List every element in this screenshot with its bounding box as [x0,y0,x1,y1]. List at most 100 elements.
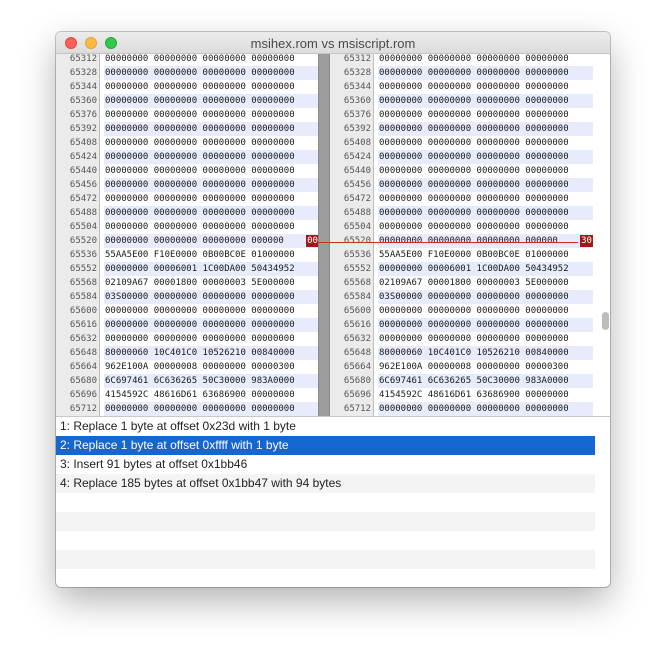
app-window: msihex.rom vs msiscript.rom 65312 0000000… [56,32,610,587]
hex-bytes[interactable]: 00000000 00000000 00000000 00000000 [378,150,593,164]
hex-bytes[interactable]: 00000000 00006001 1C00DA00 50434952 [104,262,318,276]
scrollbar-thumb[interactable] [602,312,609,330]
hex-bytes[interactable]: 00000000 00000000 00000000 00000000 [104,66,318,80]
hex-bytes[interactable]: 00000000 00000000 00000000 00000000 [378,220,593,234]
hex-bytes-text: 03S00000 00000000 00000000 00000000 [105,292,295,302]
hex-bytes[interactable]: 00000000 00000000 00000000 00000000 [104,122,318,136]
hex-bytes[interactable]: 55AA5E00 F10E0000 0B00BC0E 01000000 [378,248,593,262]
hex-bytes[interactable]: 4154592C 48616D61 63686900 00000000 [104,388,318,402]
offset-label: 65440 [343,166,371,176]
changed-byte-highlight[interactable]: 00 [306,235,318,247]
hex-bytes[interactable]: 00000000 00000000 00000000 00000000 [104,136,318,150]
hex-bytes-text: 00000000 00000000 00000000 00000000 [105,152,295,162]
hex-bytes[interactable]: 00000000 00000000 00000000 00000000 [104,150,318,164]
hex-bytes[interactable]: 00000000 00000000 00000000 00000000 [378,122,593,136]
hex-bytes-text: 00000000 00000000 00000000 00000000 [105,124,295,134]
offset-label: 65472 [69,194,97,204]
right-hex-pane[interactable]: 65312 00000000 00000000 00000000 00000000… [330,54,600,416]
hex-bytes-text: 00000000 00000000 00000000 00000000 [379,208,569,218]
hex-bytes[interactable]: 00000000 00000000 00000000 00000000 [378,80,593,94]
offset-label: 65552 [69,264,97,274]
hex-bytes[interactable]: 00000000 00000000 00000000 00000000 [104,94,318,108]
hex-bytes[interactable]: 00000000 00000000 00000000 00000000 [104,178,318,192]
offset-label: 65536 [69,250,97,260]
hex-bytes[interactable]: 00000000 00000000 00000000 00000000 [104,108,318,122]
hex-bytes[interactable]: 80000060 10C401C0 10526210 00840000 [378,346,593,360]
hex-bytes[interactable]: 00000000 00000000 00000000 00000000 [104,220,318,234]
offset-label: 65376 [343,110,371,120]
hex-bytes[interactable]: 03S00000 00000000 00000000 00000000 [104,290,318,304]
hex-bytes[interactable]: 02109A67 00001800 00000003 5E000000 [378,276,593,290]
hex-bytes[interactable]: 962E100A 00000008 00000000 00000300 [104,360,318,374]
offset-label: 65392 [343,124,371,134]
hex-bytes[interactable]: 00000000 00000000 00000000 00000000 [104,80,318,94]
hex-bytes-text: 00000000 00000000 00000000 00000000 [105,110,295,120]
hex-bytes[interactable]: 00000000 00000000 00000000 00000000 [378,402,593,416]
offset-label: 65680 [69,376,97,386]
offset-label: 65376 [69,110,97,120]
hex-bytes-text: 80000060 10C401C0 10526210 00840000 [105,348,295,358]
diff-list-item[interactable]: 1: Replace 1 byte at offset 0x23d with 1… [56,417,595,436]
diff-list-item[interactable]: 2: Replace 1 byte at offset 0xffff with … [56,436,595,455]
hex-bytes[interactable]: 00000000 00000000 00000000 00000000 [104,192,318,206]
hex-bytes-text: 00000000 00000000 00000000 00000000 [379,222,569,232]
hex-bytes[interactable]: 00000000 00000000 00000000 00000000 [104,318,318,332]
hex-bytes[interactable]: 00000000 00006001 1C00DA00 50434952 [378,262,593,276]
hex-bytes[interactable]: 00000000 00000000 00000000 00000000 [378,108,593,122]
hex-bytes-text: 00000000 00000000 00000000 00000000 [379,82,569,92]
hex-bytes[interactable]: 00000000 00000000 00000000 00000000 [378,332,593,346]
hex-bytes[interactable]: 00000000 00000000 00000000 00000000 [104,54,318,66]
hex-bytes[interactable]: 00000000 00000000 00000000 00000000 [378,94,593,108]
hex-bytes[interactable]: 00000000 00000000 00000000 00000000 [104,234,318,248]
hex-bytes[interactable]: 00000000 00000000 00000000 00000000 [104,332,318,346]
hex-bytes-text: 00000000 00000000 00000000 00000000 [105,208,295,218]
offset-label: 65424 [343,152,371,162]
vertical-scrollbar[interactable] [600,54,610,416]
hex-bytes[interactable]: 00000000 00000000 00000000 00000000 [378,66,593,80]
hex-bytes[interactable]: 00000000 00000000 00000000 00000000 [104,206,318,220]
hex-bytes-text: 00000000 00006001 1C00DA00 50434952 [105,264,295,274]
changed-byte-highlight[interactable]: 30 [580,235,593,247]
hex-bytes-text: 03S00000 00000000 00000000 00000000 [379,292,569,302]
hex-bytes[interactable]: 4154592C 48616D61 63686900 00000000 [378,388,593,402]
hex-bytes[interactable]: 03S00000 00000000 00000000 00000000 [378,290,593,304]
left-hex-pane[interactable]: 65312 00000000 00000000 00000000 000000 00… [56,54,318,416]
hex-bytes[interactable]: 00000000 00000000 00000000 00000000 [104,164,318,178]
hex-bytes-text: 00000000 00000000 00000000 00000000 [105,334,295,344]
hex-bytes[interactable]: 00000000 00000000 00000000 00000000 [378,318,593,332]
hex-bytes[interactable]: 00000000 00000000 00000000 00000000 [378,136,593,150]
hex-bytes[interactable]: 00000000 00000000 00000000 00000000 [104,304,318,318]
hex-bytes-text: 00000000 00000000 00000000 00000000 [105,404,295,414]
hex-bytes[interactable]: 00000000 00000000 00000000 00000000 [378,192,593,206]
hex-bytes[interactable]: 00000000 00000000 00000000 00000000 [378,164,593,178]
hex-bytes[interactable]: 00000000 00000000 00000000 00000000 [104,402,318,416]
offset-label: 65584 [69,292,97,302]
hex-bytes[interactable]: 6C697461 6C636265 50C30000 983A0000 [378,374,593,388]
offset-label: 65600 [69,306,97,316]
hex-bytes[interactable]: 962E100A 00000008 00000000 00000300 [378,360,593,374]
offset-label: 65504 [69,222,97,232]
pane-divider[interactable] [318,54,330,416]
hex-bytes[interactable]: 55AA5E00 F10E0000 0B00BC0E 01000000 [104,248,318,262]
offset-label: 65424 [69,152,97,162]
offset-label: 65488 [343,208,371,218]
hex-bytes[interactable]: 02109A67 00001800 00000003 5E000000 [104,276,318,290]
diff-list-item[interactable]: 4: Replace 185 bytes at offset 0x1bb47 w… [56,474,595,493]
offset-label: 65488 [69,208,97,218]
hex-bytes[interactable]: 00000000 00000000 00000000 00000000 [378,54,593,66]
diff-list-item[interactable]: 3: Insert 91 bytes at offset 0x1bb46 [56,455,595,474]
hex-bytes[interactable]: 00000000 00000000 00000000 00000000 [378,206,593,220]
hex-bytes-text: 00000000 00000000 00000000 00000000 [105,194,295,204]
hex-bytes[interactable]: 00000000 00000000 00000000 00000000 [378,304,593,318]
offset-label: 65696 [343,390,371,400]
offset-label: 65696 [69,390,97,400]
hex-bytes[interactable]: 00000000 00000000 00000000 00000000 [378,178,593,192]
hex-bytes-text: 00000000 00000000 00000000 00000000 [379,110,569,120]
hex-bytes[interactable]: 00000000 00000000 00000000 000000 30 [378,234,593,248]
hex-bytes[interactable]: 80000060 10C401C0 10526210 00840000 [104,346,318,360]
hex-bytes-text: 00000000 00000000 00000000 00000000 [105,306,295,316]
hex-bytes-text: 00000000 00000000 00000000 00000000 [379,68,569,78]
hex-bytes-text: 00000000 00000000 00000000 00000000 [379,166,569,176]
hex-bytes[interactable]: 6C697461 6C636265 50C30000 983A0000 [104,374,318,388]
hex-bytes-text: 00000000 00000000 00000000 00000000 [105,96,295,106]
